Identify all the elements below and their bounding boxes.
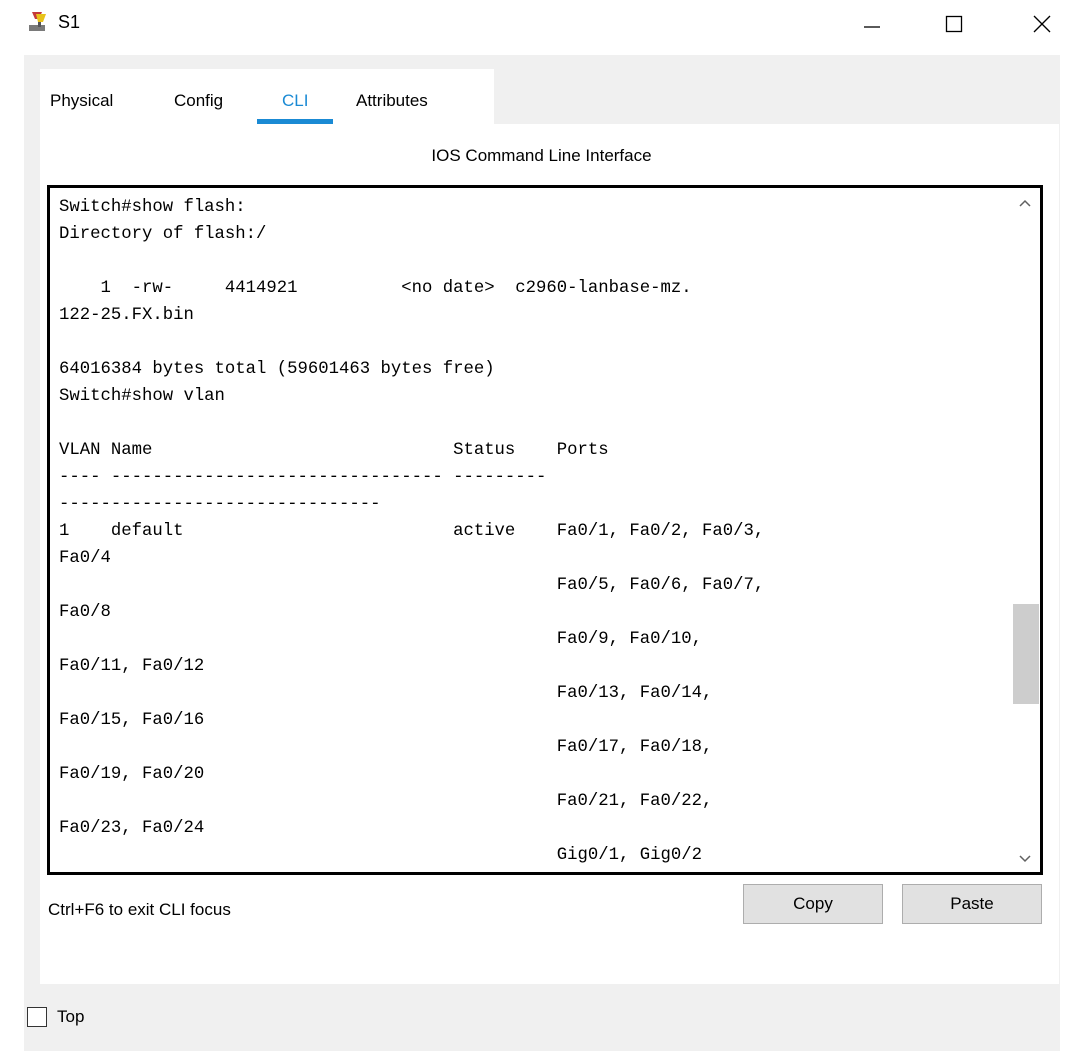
title-bar: S1 [0, 0, 1084, 55]
maximize-icon [944, 14, 964, 34]
cli-focus-hint: Ctrl+F6 to exit CLI focus [48, 900, 231, 919]
tab-config[interactable]: Config [174, 91, 223, 111]
tab-bar: Physical Config CLI Attributes [40, 69, 494, 129]
maximize-button[interactable] [926, 0, 982, 48]
chevron-up-icon [1019, 194, 1031, 212]
cli-header: IOS Command Line Interface [431, 146, 652, 165]
device-dialog-panel: Physical Config CLI Attributes IOS Comma… [24, 55, 1060, 1051]
tab-attributes[interactable]: Attributes [356, 91, 428, 111]
terminal-scrollbar[interactable] [1010, 188, 1040, 872]
cli-tab-content: IOS Command Line Interface Switch#show f… [40, 124, 1059, 984]
packet-tracer-switch-icon [28, 10, 52, 34]
minimize-button[interactable] [844, 0, 900, 48]
scroll-thumb[interactable] [1013, 604, 1039, 704]
top-checkbox[interactable] [27, 1007, 47, 1027]
minimize-icon [862, 14, 882, 34]
close-icon [1032, 14, 1052, 34]
tab-cli[interactable]: CLI [282, 91, 308, 111]
close-button[interactable] [1014, 0, 1070, 48]
copy-button[interactable]: Copy [743, 884, 883, 924]
scroll-down-button[interactable] [1010, 848, 1040, 870]
terminal-output[interactable]: Switch#show flash: Directory of flash:/ … [59, 194, 764, 869]
top-checkbox-label: Top [57, 1007, 85, 1026]
chevron-down-icon [1019, 850, 1031, 868]
paste-button[interactable]: Paste [902, 884, 1042, 924]
window-title: S1 [58, 12, 81, 32]
scroll-up-button[interactable] [1010, 192, 1040, 214]
cli-terminal[interactable]: Switch#show flash: Directory of flash:/ … [47, 185, 1043, 875]
tab-physical[interactable]: Physical [50, 91, 113, 111]
